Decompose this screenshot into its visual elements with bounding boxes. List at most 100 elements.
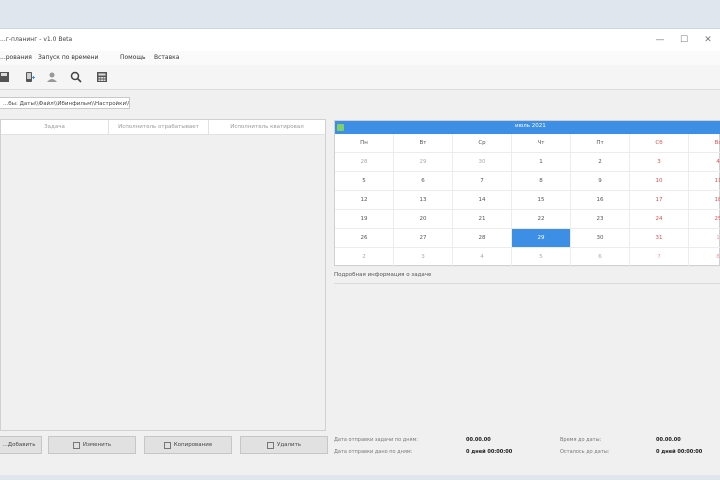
delete-icon	[266, 441, 274, 449]
title-bar: ...г-планинг - v1.0 Beta — ☐ ✕	[0, 29, 720, 51]
status-value-1: 00.00.00	[466, 437, 491, 443]
calendar-day[interactable]: 29	[394, 153, 453, 172]
task-list[interactable]: Задача Исполнитель отрабатывает Исполнит…	[0, 119, 326, 431]
calendar-day[interactable]: 1	[512, 153, 571, 172]
task-details-panel: Подробная информация о задаче	[334, 269, 720, 459]
calendar-day[interactable]: 6	[394, 172, 453, 191]
calendar-month-title[interactable]: июль 2021	[515, 123, 546, 129]
menu-item-schedule[interactable]: Запуск по времени	[38, 54, 98, 61]
close-button[interactable]: ✕	[696, 29, 720, 51]
toolbar	[0, 65, 720, 90]
calendar-day[interactable]: 28	[453, 229, 512, 248]
calendar-day[interactable]: 8	[512, 172, 571, 191]
path-bar: ...бы: Даты\\Файл\\Ибинфильм\\Настройки\…	[0, 93, 132, 115]
calendar-day[interactable]: 15	[512, 191, 571, 210]
calendar-day[interactable]: 6	[571, 248, 630, 267]
action-buttons: ...Добавить Изменить Копирование Удалить	[0, 433, 328, 457]
weekday-header: Сб	[630, 134, 689, 153]
status-panel: Дата отправки задачи по дням: 00.00.00 В…	[334, 435, 720, 459]
calendar-day[interactable]: 27	[394, 229, 453, 248]
edit-button[interactable]: Изменить	[48, 436, 136, 454]
calendar-day[interactable]: 14	[453, 191, 512, 210]
calendar-day[interactable]: 2	[335, 248, 394, 267]
app-window: ...г-планинг - v1.0 Beta — ☐ ✕ ...ровани…	[0, 28, 720, 475]
calendar-day[interactable]: 17	[630, 191, 689, 210]
menu-bar: ...рования Запуск по времени Помощь Вста…	[0, 51, 720, 65]
calendar-day[interactable]: 1	[689, 229, 720, 248]
copy-button-label: Копирование	[173, 442, 213, 448]
calendar-day[interactable]: 11	[689, 172, 720, 191]
phone-add-icon[interactable]	[22, 69, 38, 85]
calendar-day[interactable]: 20	[394, 210, 453, 229]
calendar-header: июль 2021	[335, 121, 720, 134]
user-icon[interactable]	[44, 69, 60, 85]
calendar-grid: ПнВтСрЧтПтСбВс28293012345678910111213141…	[335, 134, 720, 267]
minimize-button[interactable]: —	[648, 29, 672, 51]
status-value-2: 00.00.00	[656, 437, 681, 443]
add-button-label: ...Добавить	[2, 442, 36, 448]
status-value-3: 0 дней 00:00:00	[466, 449, 513, 455]
calendar-day[interactable]: 9	[571, 172, 630, 191]
calendar-day[interactable]: 5	[335, 172, 394, 191]
edit-icon	[72, 441, 80, 449]
weekday-header: Пн	[335, 134, 394, 153]
copy-icon	[163, 441, 171, 449]
calendar: июль 2021 ПнВтСрЧтПтСбВс2829301234567891…	[334, 120, 720, 267]
calendar-day[interactable]: 22	[512, 210, 571, 229]
add-button[interactable]: ...Добавить	[0, 436, 42, 454]
calculator-icon[interactable]	[94, 69, 110, 85]
calendar-day[interactable]: 10	[630, 172, 689, 191]
calendar-day[interactable]: 4	[689, 153, 720, 172]
weekday-header: Чт	[512, 134, 571, 153]
calendar-day[interactable]: 30	[571, 229, 630, 248]
calendar-day[interactable]: 12	[335, 191, 394, 210]
copy-button[interactable]: Копирование	[144, 436, 232, 454]
status-label-3: Дата отправки дано по дням:	[334, 449, 413, 455]
calendar-day[interactable]: 26	[335, 229, 394, 248]
calendar-day[interactable]: 3	[394, 248, 453, 267]
status-value-4: 0 дней 00:00:00	[656, 449, 703, 455]
status-label-1: Дата отправки задачи по дням:	[334, 437, 418, 443]
calendar-day[interactable]: 18	[689, 191, 720, 210]
calendar-day[interactable]: 23	[571, 210, 630, 229]
calendar-nav-icon[interactable]	[337, 124, 344, 131]
calendar-day[interactable]: 25	[689, 210, 720, 229]
delete-button[interactable]: Удалить	[240, 436, 328, 454]
status-label-4: Осталось до даты:	[560, 449, 610, 455]
save-icon[interactable]	[0, 69, 12, 85]
calendar-day[interactable]: 30	[453, 153, 512, 172]
delete-button-label: Удалить	[276, 442, 302, 448]
calendar-day[interactable]: 24	[630, 210, 689, 229]
task-list-header: Задача Исполнитель отрабатывает Исполнит…	[1, 120, 325, 135]
calendar-day[interactable]: 2	[571, 153, 630, 172]
weekday-header: Вт	[394, 134, 453, 153]
calendar-day[interactable]: 28	[335, 153, 394, 172]
weekday-header: Ср	[453, 134, 512, 153]
maximize-button[interactable]: ☐	[672, 29, 696, 51]
calendar-day[interactable]: 5	[512, 248, 571, 267]
menu-item-insert[interactable]: Вставка	[154, 54, 179, 61]
status-label-2: Время до даты:	[560, 437, 602, 443]
calendar-day[interactable]: 21	[453, 210, 512, 229]
calendar-day[interactable]: 8	[689, 248, 720, 267]
search-icon[interactable]	[68, 69, 84, 85]
calendar-day[interactable]: 19	[335, 210, 394, 229]
calendar-day[interactable]: 4	[453, 248, 512, 267]
calendar-day[interactable]: 3	[630, 153, 689, 172]
path-input[interactable]: ...бы: Даты\\Файл\\Ибинфильм\\Настройки\…	[0, 97, 130, 109]
menu-item-help[interactable]: Помощь	[120, 54, 146, 61]
weekday-header: Пт	[571, 134, 630, 153]
calendar-day[interactable]: 7	[630, 248, 689, 267]
window-controls: — ☐ ✕	[648, 29, 720, 51]
window-title: ...г-планинг - v1.0 Beta	[0, 36, 73, 43]
weekday-header: Вс	[689, 134, 720, 153]
calendar-day[interactable]: 13	[394, 191, 453, 210]
calendar-day[interactable]: 31	[630, 229, 689, 248]
calendar-day[interactable]: 16	[571, 191, 630, 210]
menu-item-file[interactable]: ...рования	[0, 54, 32, 61]
calendar-day[interactable]: 29	[512, 229, 571, 248]
column-header-task[interactable]: Задача	[1, 120, 109, 134]
column-header-ack[interactable]: Исполнитель кватировал	[209, 120, 325, 134]
column-header-executor[interactable]: Исполнитель отрабатывает	[109, 120, 209, 134]
calendar-day[interactable]: 7	[453, 172, 512, 191]
